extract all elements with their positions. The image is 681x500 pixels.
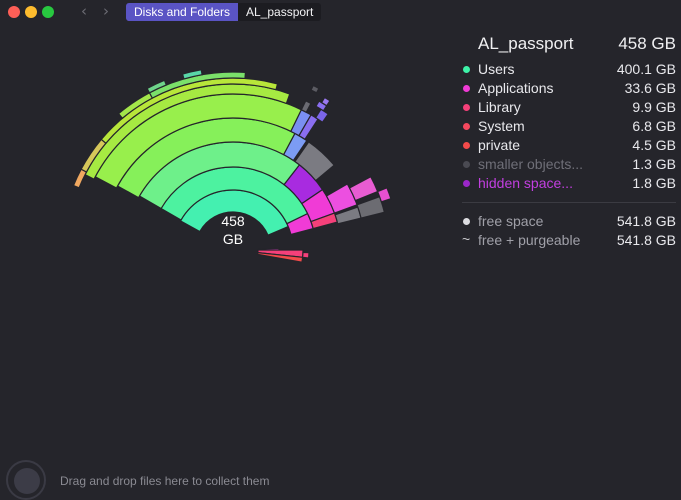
legend-row[interactable]: Applications 33.6 GB: [462, 79, 676, 98]
legend-row[interactable]: private 4.5 GB: [462, 136, 676, 155]
legend-row[interactable]: Users 400.1 GB: [462, 60, 676, 79]
free-space-list: free space 541.8 GB ~ free + purgeable 541.8…: [462, 212, 676, 250]
legend-color-dot: [463, 142, 470, 149]
details-panel: AL_passport 458 GB Users 400.1 GB Applicat…: [462, 32, 676, 250]
drop-hint-text: Drag and drop files here to collect them: [60, 474, 270, 488]
legend-row[interactable]: Library 9.9 GB: [462, 98, 676, 117]
breadcrumb-al-passport[interactable]: AL_passport: [238, 3, 322, 21]
minimize-window-button[interactable]: [25, 6, 37, 18]
segment-outer-gray[interactable]: [310, 84, 320, 94]
collector-button[interactable]: [14, 468, 40, 494]
legend-color-dot: [463, 66, 470, 73]
legend-color-dot: [463, 161, 470, 168]
segment-gray4[interactable]: [300, 99, 312, 114]
legend-item-size: 1.8 GB: [632, 175, 676, 191]
segment-library-outer[interactable]: [301, 251, 310, 259]
legend-item-name: smaller objects...: [478, 156, 584, 172]
segment-outer3[interactable]: [72, 168, 88, 189]
forward-arrow-icon[interactable]: ›: [103, 3, 109, 19]
breadcrumb-disks-and-folders[interactable]: Disks and Folders: [126, 3, 249, 21]
legend-item-size: 33.6 GB: [624, 80, 676, 96]
legend-item-size: 9.9 GB: [632, 99, 676, 115]
free-space-name: free space: [478, 213, 544, 229]
title-bar: ‹ › Disks and Folders AL_passport: [0, 0, 681, 24]
legend-divider: [462, 202, 676, 203]
legend-color-dot: [463, 104, 470, 111]
free-space-dot: [463, 218, 470, 225]
volume-total-size: 458 GB: [618, 34, 676, 53]
volume-name: AL_passport: [478, 34, 574, 53]
legend-item-name: Applications: [478, 80, 554, 96]
legend-item-name: Users: [478, 61, 515, 77]
legend-item-name: Library: [478, 99, 521, 115]
free-space-row: ~ free + purgeable 541.8 GB: [462, 231, 676, 250]
legend-row[interactable]: System 6.8 GB: [462, 117, 676, 136]
free-space-size: 541.8 GB: [616, 232, 676, 248]
legend-color-dot: [463, 180, 470, 187]
legend-list: Users 400.1 GB Applications 33.6 GB Library 9…: [462, 60, 676, 193]
legend-item-name: hidden space...: [478, 175, 573, 191]
close-window-button[interactable]: [8, 6, 20, 18]
legend-item-size: 400.1 GB: [616, 61, 676, 77]
back-arrow-icon[interactable]: ‹: [81, 3, 87, 19]
free-space-name: free + purgeable: [478, 232, 581, 248]
zoom-window-button[interactable]: [42, 6, 54, 18]
free-space-size: 541.8 GB: [616, 213, 676, 229]
legend-row[interactable]: smaller objects... 1.3 GB: [462, 155, 676, 174]
purgeable-tilde-icon: ~: [462, 231, 471, 247]
legend-row[interactable]: hidden space... 1.8 GB: [462, 174, 676, 193]
collector-drop-zone[interactable]: Drag and drop files here to collect them: [0, 452, 681, 500]
legend-item-size: 6.8 GB: [632, 118, 676, 134]
segment-pink3[interactable]: [348, 175, 379, 202]
legend-item-size: 4.5 GB: [632, 137, 676, 153]
legend-item-name: private: [478, 137, 521, 153]
legend-item-size: 1.3 GB: [632, 156, 676, 172]
legend-item-name: System: [478, 118, 525, 134]
legend-color-dot: [463, 123, 470, 130]
legend-color-dot: [463, 85, 470, 92]
free-space-row: free space 541.8 GB: [462, 212, 676, 231]
